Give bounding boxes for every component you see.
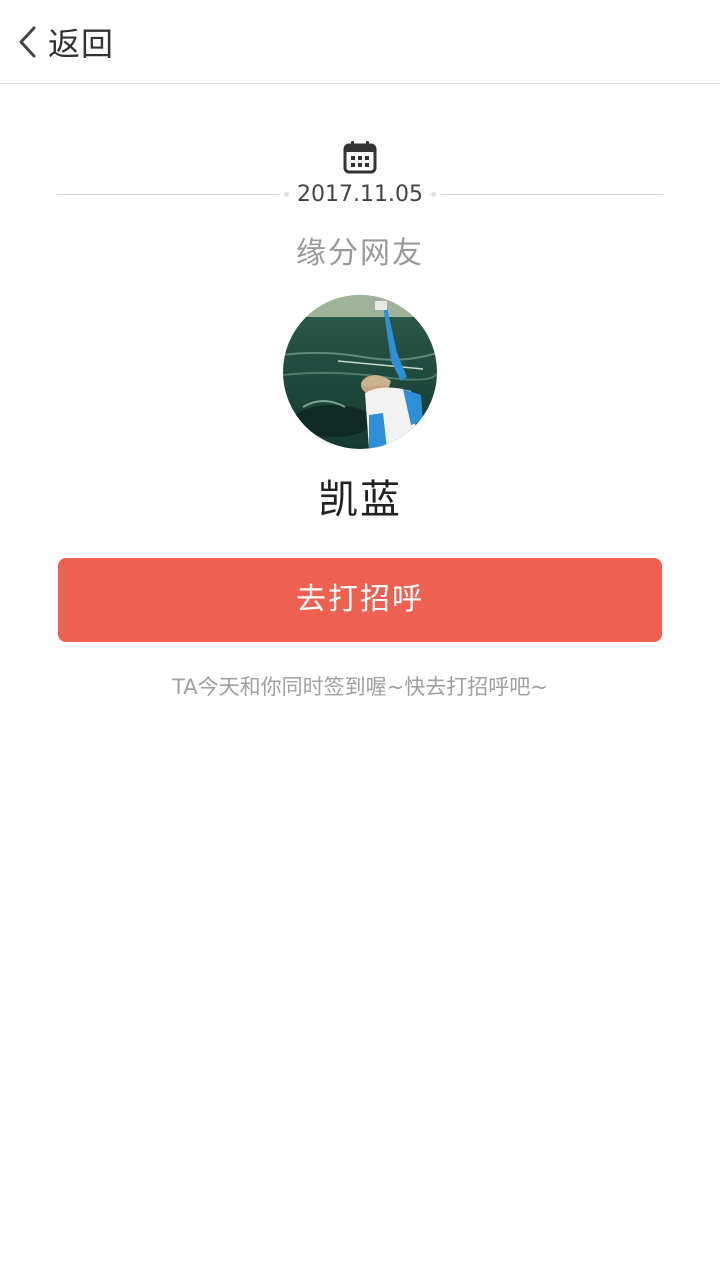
hint-text: TA今天和你同时签到喔~快去打招呼吧~ xyxy=(172,675,548,699)
calendar-icon xyxy=(343,141,377,174)
nav-bar: 返回 xyxy=(0,0,720,84)
divider-dot-right xyxy=(431,192,436,197)
divider-right xyxy=(441,194,663,195)
greeting-page: 返回 2017.11.05 缘分网友 凯蓝 去打招呼 TA今天和你同时签到喔~快… xyxy=(0,0,720,1280)
relation-title: 缘分网友 xyxy=(296,236,424,271)
username: 凯蓝 xyxy=(318,477,402,523)
greet-button[interactable]: 去打招呼 xyxy=(58,558,662,642)
checkin-date: 2017.11.05 xyxy=(297,182,423,207)
chevron-left-icon xyxy=(19,26,36,58)
back-button[interactable]: 返回 xyxy=(14,18,114,66)
avatar[interactable] xyxy=(283,295,437,449)
back-label: 返回 xyxy=(48,25,115,63)
date-row: 2017.11.05 xyxy=(57,178,663,212)
avatar-photo xyxy=(283,295,437,449)
